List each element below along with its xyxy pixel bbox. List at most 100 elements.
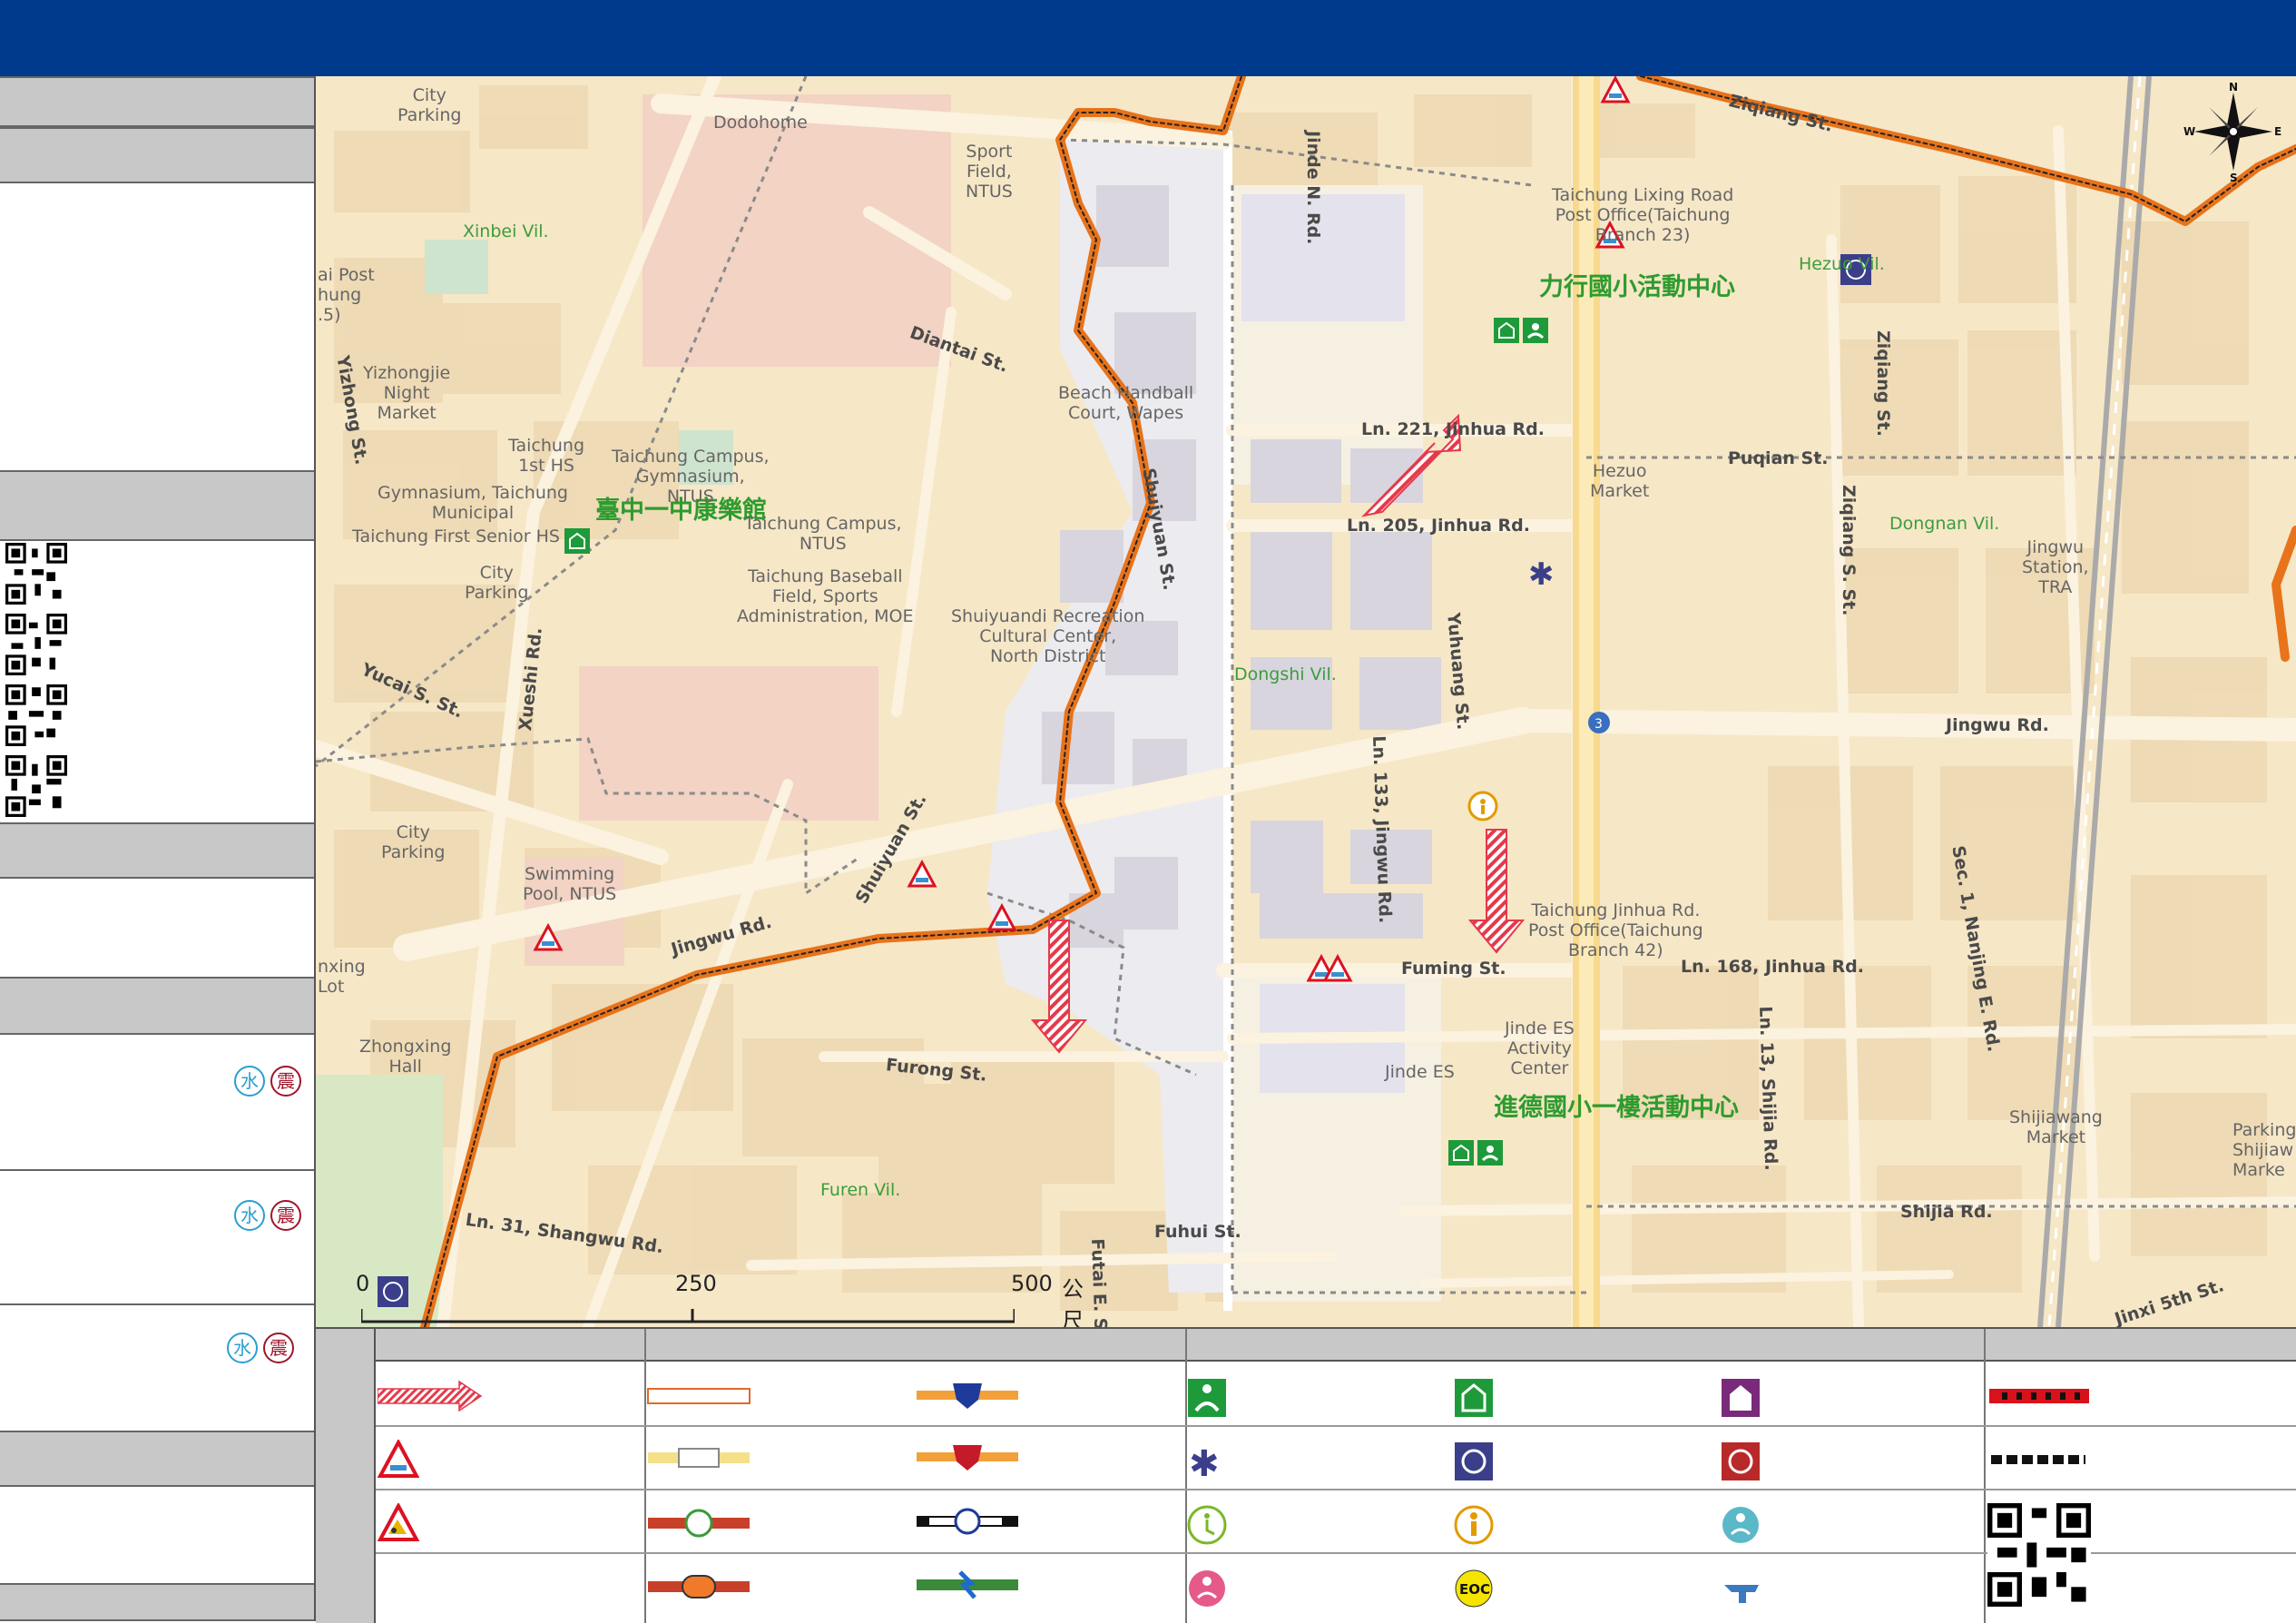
map-legend: ✱ EOC [316,1327,2296,1623]
sidebar-header-3 [0,822,314,879]
compass-s: S [2230,172,2238,182]
qr-code-icon[interactable] [5,543,67,605]
qr-code-icon[interactable] [5,614,67,675]
qr-code-icon[interactable] [5,684,67,746]
eoc-legend-icon: EOC [1455,1569,1493,1608]
community-center-legend-icon [1722,1379,1760,1417]
road-label: Futai E. St. [1087,1238,1112,1327]
village-label: Dongnan Vil. [1889,514,2000,534]
road-label: Jingwu Rd. [1946,715,2049,735]
svg-text:✱: ✱ [1528,556,1555,593]
compass-e: E [2274,125,2281,138]
police-station-legend-icon [1455,1442,1493,1480]
sidebar-header-2 [0,127,314,183]
sidebar-header-qr [0,470,314,541]
title-bar [0,0,2296,76]
earthquake-hazard-icon: 震 [270,1066,301,1097]
police-legend-icon [917,1383,1018,1409]
poi-label: Jingwu Station, TRA [2022,537,2089,597]
compass-w: W [2183,125,2195,138]
landslide-hazard-legend-icon [378,1503,420,1541]
hazard-marker: 水 震 [227,1333,294,1363]
flood-hazard-icon: 水 [234,1066,265,1097]
poi-label: Hezuo Market [1590,461,1650,501]
shelter-label: 進德國小一樓活動中心 [1494,1094,1739,1122]
sidebar-header-1 [0,76,314,127]
poi-label: Jinde ES Activity Center [1505,1018,1575,1078]
poi-label: Taichung Lixing Road Post Office(Taichun… [1552,185,1734,245]
scale-label-250: 250 [675,1271,717,1296]
poi-label: Beach Handball Court, Wapes [1058,383,1194,423]
medical-legend-icon: ✱ [1189,1443,1220,1483]
poi-label: Taichung Baseball Field, Sports Administ… [737,566,914,626]
poi-label: Gymnasium, Taichung Municipal [378,483,568,523]
poi-label: Dodohome [713,113,808,133]
scale-label-0: 0 [356,1271,370,1296]
fire-legend-icon [917,1445,1018,1471]
flood-hazard-icon: 水 [234,1200,265,1231]
district-boundary-legend-icon [1989,1389,2089,1403]
scale-bar: 0 250 500 公尺 [356,1271,1084,1327]
divider [376,1425,2296,1427]
poi-label: Taichung First Senior HS [352,526,560,546]
road-label: Fuhui St. [1154,1222,1241,1242]
village-label: Xinbei Vil. [463,221,549,241]
info-sidebar: 水 震 水 震 水 震 [0,76,316,1621]
compass-rose-icon: N S E W [2183,81,2283,184]
poi-label: nxing Lot [318,957,366,997]
road-label: Fuming St. [1401,959,1506,979]
elderly-legend-icon [1454,1505,1494,1545]
road-label: Ziqiang S. St. [1839,485,1859,616]
map-base: ✱ 3 [316,76,2296,1327]
accessible-legend-icon [1187,1505,1227,1545]
highway-legend-icon [917,1570,1018,1599]
scale-unit: 公尺 [1062,1276,1084,1327]
village-label: Hezuo Vil. [1799,254,1885,274]
childcare-legend-icon [1189,1570,1225,1607]
earthquake-hazard-icon: 震 [270,1200,301,1231]
evacuation-map[interactable]: ✱ 3 力行國小活動中心 臺中一中康樂館 進德國小一樓活動中心 Jinde N.… [316,76,2296,1327]
evacuation-shelter-legend-icon [1188,1379,1226,1417]
scale-label-500: 500 [1011,1271,1053,1296]
road-label: Jinde N. Rd. [1303,131,1323,245]
poi-label: Parking L Shijiaw Marke [2232,1120,2296,1180]
road-label: Shijia Rd. [1900,1202,1993,1222]
flood-hazard-legend-icon [378,1440,420,1478]
poi-label: Zhongxing Hall [359,1037,452,1077]
poi-label: Jinde ES [1385,1062,1455,1082]
village-label: Dongshi Vil. [1234,664,1337,684]
poi-label: Taichung Campus, NTUS [744,514,902,554]
transit-legend-icon [648,1575,750,1598]
hazard-marker: 水 震 [234,1066,301,1097]
sidebar-header-5 [0,1431,314,1487]
hazard-marker: 水 震 [234,1200,301,1231]
road-label: Puqian St. [1728,448,1829,468]
sidebar-header-6 [0,1583,314,1621]
poi-label: Shuiyuandi Recreation Cultural Center, N… [951,606,1145,666]
poi-label: Taichung Campus, Gymnasium, NTUS [612,447,770,507]
poi-label: Taichung 1st HS [508,436,585,476]
compass-n: N [2229,82,2238,93]
flood-hazard-icon: 水 [227,1333,258,1363]
poi-label: Swimming Pool, NTUS [523,864,617,904]
poi-label: Taichung Jinhua Rd. Post Office(Taichung… [1528,900,1703,960]
fire-station-legend-icon [1722,1442,1760,1480]
railway-legend-icon [917,1508,1018,1535]
shelter-label: 力行國小活動中心 [1539,273,1735,301]
road-label: Ln. 205, Jinhua Rd. [1347,516,1531,536]
svg-text:✱: ✱ [1189,1443,1220,1483]
road-legend-icon [648,1448,750,1468]
park-legend-icon [648,1509,750,1538]
village-boundary-legend-icon [1991,1455,2085,1464]
svg-text:3: 3 [1594,717,1603,732]
poi-label: Yizhongjie Night Market [363,363,451,423]
legend-header [376,1329,2296,1362]
poi-label: City Parking [381,822,446,862]
qr-code-icon[interactable] [5,755,67,817]
poi-label: Sport Field, NTUS [966,142,1013,202]
sidebar-header-4 [0,977,314,1035]
divider [376,1489,2296,1490]
divider [0,1169,314,1171]
qr-code-icon[interactable] [1987,1503,2091,1607]
care-facility-legend-icon [1722,1507,1759,1543]
